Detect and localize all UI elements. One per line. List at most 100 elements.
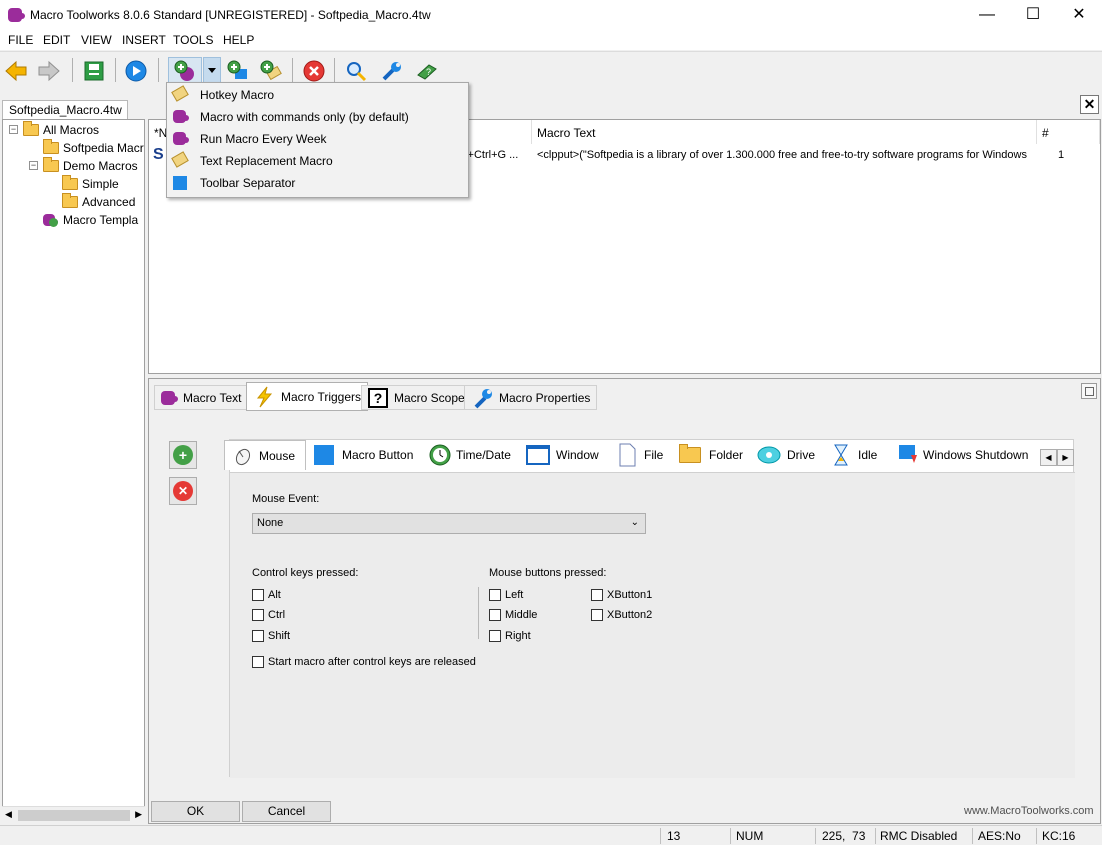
tree-node-demo-macros[interactable]: Demo Macros (43, 157, 138, 175)
collapse-icon[interactable]: − (29, 161, 38, 170)
menu-item-hotkey-macro[interactable]: Hotkey Macro (167, 84, 468, 106)
scroll-thumb[interactable] (18, 810, 130, 821)
forward-arrow-icon[interactable] (35, 57, 63, 85)
macro-editor-panel: Macro Text Macro Triggers ? Macro Scope … (148, 378, 1101, 824)
menu-item-text-replacement[interactable]: Text Replacement Macro (167, 150, 468, 172)
add-macro-icon[interactable] (168, 57, 202, 85)
tag-icon (171, 85, 189, 102)
tree-node-all-macros[interactable]: All Macros (23, 121, 99, 139)
checkbox-alt[interactable]: Alt (252, 589, 281, 601)
tab-windows-shutdown[interactable]: Windows Shutdown (891, 440, 1034, 470)
column-header-count[interactable]: # (1037, 120, 1100, 144)
mouse-event-label: Mouse Event: (252, 493, 320, 505)
checkbox-xbutton2[interactable]: XButton2 (591, 609, 652, 621)
panel-restore-icon[interactable] (1081, 383, 1097, 399)
add-macro-3-icon[interactable] (257, 57, 285, 85)
tab-window[interactable]: Window (520, 440, 605, 470)
menu-item-label: Text Replacement Macro (200, 154, 333, 168)
menu-file[interactable]: FILE (8, 33, 33, 47)
folder-icon (43, 157, 59, 172)
menu-item-toolbar-separator[interactable]: Toolbar Separator (167, 172, 468, 194)
cell-count[interactable]: 1 (1058, 149, 1064, 161)
shutdown-icon (899, 445, 917, 463)
tree-node-label: Simple (82, 177, 119, 191)
tab-folder[interactable]: Folder (673, 440, 749, 470)
clock-icon (429, 444, 451, 466)
checkbox-right[interactable]: Right (489, 630, 531, 642)
cancel-button[interactable]: Cancel (242, 801, 331, 822)
search-icon[interactable] (342, 57, 370, 85)
cell-macro-text[interactable]: <clpput>("Softpedia is a library of over… (537, 149, 1029, 161)
cell-trigger[interactable]: ift+Ctrl+G ... (459, 149, 531, 161)
folder-icon (679, 444, 701, 463)
tab-file[interactable]: File (612, 440, 669, 470)
back-arrow-icon[interactable] (2, 57, 30, 85)
mouse-event-value: None (257, 517, 284, 529)
add-macro-2-icon[interactable] (224, 57, 252, 85)
menu-tools[interactable]: TOOLS (173, 33, 213, 47)
checkbox-shift[interactable]: Shift (252, 630, 290, 642)
tab-macro-button[interactable]: Macro Button (308, 440, 419, 470)
tab-macro-triggers[interactable]: Macro Triggers (246, 382, 369, 411)
maximize-button[interactable]: ☐ (1010, 0, 1056, 30)
checkbox-middle[interactable]: Middle (489, 609, 537, 621)
ok-button[interactable]: OK (151, 801, 240, 822)
scroll-right-icon[interactable]: ▶ (135, 809, 142, 820)
remove-trigger-button[interactable]: ✕ (169, 477, 197, 505)
column-header-macro-text[interactable]: Macro Text (532, 120, 1037, 144)
tab-scroll-left-icon[interactable]: ◀ (1040, 449, 1057, 466)
save-icon[interactable] (80, 57, 108, 85)
tree-node-label: All Macros (43, 123, 100, 137)
tab-label: Macro Properties (499, 390, 591, 405)
checkbox-label: Alt (268, 589, 281, 601)
menu-item-commands-only[interactable]: Macro with commands only (by default) (167, 106, 468, 128)
add-macro-dropdown-menu: Hotkey Macro Macro with commands only (b… (166, 82, 469, 198)
folder-icon (62, 193, 78, 208)
menu-edit[interactable]: EDIT (43, 33, 70, 47)
tree-node-macro-templates[interactable]: Macro Templa (43, 211, 138, 229)
mouse-event-select[interactable]: None ⌄ (252, 513, 646, 534)
add-macro-dropdown-icon[interactable] (203, 57, 221, 85)
checkbox-left[interactable]: Left (489, 589, 523, 601)
status-rmc: RMC Disabled (880, 829, 958, 843)
tab-macro-scope[interactable]: ? Macro Scope (361, 385, 472, 410)
checkbox-xbutton1[interactable]: XButton1 (591, 589, 652, 601)
tab-time-date[interactable]: Time/Date (422, 440, 517, 470)
collapse-icon[interactable]: − (9, 125, 18, 134)
menu-view[interactable]: VIEW (81, 33, 112, 47)
tab-scroll-right-icon[interactable]: ▶ (1057, 449, 1074, 466)
tab-label: Macro Scope (394, 390, 465, 405)
tab-macro-text[interactable]: Macro Text (154, 385, 249, 410)
menu-item-run-every-week[interactable]: Run Macro Every Week (167, 128, 468, 150)
status-kc: KC:16 (1042, 829, 1076, 843)
minimize-button[interactable]: — (964, 0, 1010, 30)
tree-node-advanced[interactable]: Advanced (62, 193, 135, 211)
status-num: NUM (736, 829, 764, 843)
tree-node-softpedia[interactable]: Softpedia Macr (43, 139, 144, 157)
close-document-button[interactable]: ✕ (1080, 95, 1099, 114)
checkbox-ctrl[interactable]: Ctrl (252, 609, 285, 621)
tab-macro-properties[interactable]: Macro Properties (464, 385, 598, 410)
tab-drive[interactable]: Drive (751, 440, 821, 470)
tab-mouse[interactable]: Mouse (224, 440, 306, 470)
close-window-button[interactable]: ✕ (1056, 0, 1102, 30)
delete-icon[interactable] (300, 57, 328, 85)
document-tab[interactable]: Softpedia_Macro.4tw (2, 100, 128, 120)
lightning-icon (256, 386, 273, 407)
play-icon[interactable] (122, 57, 150, 85)
checkbox-label: Right (505, 630, 531, 642)
website-link[interactable]: www.MacroToolworks.com (964, 805, 1094, 817)
add-trigger-button[interactable]: + (169, 441, 197, 469)
tab-idle[interactable]: Idle (826, 440, 883, 470)
menu-insert[interactable]: INSERT (122, 33, 166, 47)
tree-horizontal-scrollbar[interactable]: ◀ ▶ (2, 806, 145, 824)
puzzle-icon (173, 110, 189, 124)
wrench-icon[interactable] (378, 57, 406, 85)
question-icon: ? (368, 387, 388, 408)
help-book-icon[interactable]: ? (413, 57, 441, 85)
menu-help[interactable]: HELP (223, 33, 254, 47)
tree-node-simple[interactable]: Simple (62, 175, 119, 193)
scroll-left-icon[interactable]: ◀ (5, 809, 12, 820)
macro-button-icon (314, 445, 334, 465)
checkbox-start-after-release[interactable]: Start macro after control keys are relea… (252, 656, 476, 668)
